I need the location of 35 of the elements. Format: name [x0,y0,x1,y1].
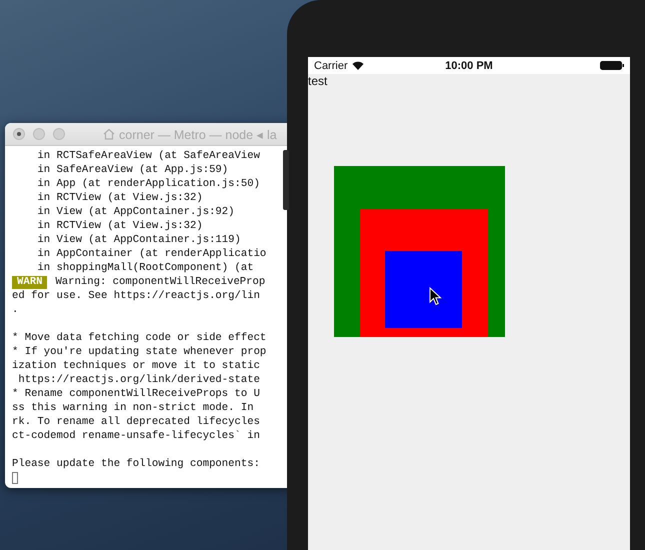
log-line: rk. To rename all deprecated lifecycles [12,415,260,429]
minimize-button[interactable] [33,128,45,140]
log-line: in SafeAreaView (at App.js:59) [36,163,228,177]
clock-label: 10:00 PM [445,60,493,72]
close-button[interactable] [13,128,25,140]
log-line: ization techniques or move it to static [12,359,260,373]
log-line: in RCTSafeAreaView (at SafeAreaView [36,149,260,163]
log-line: Warning: componentWillReceiveProp [55,275,266,289]
log-line: * If you're updating state whenever prop [12,345,266,359]
log-line: in App (at renderApplication.js:50) [36,177,260,191]
log-line: Please update the following components: [12,457,260,471]
side-button[interactable] [283,150,289,210]
log-line: in AppContainer (at renderApplicatio [36,247,266,261]
log-line: * Move data fetching code or side effect [12,331,266,345]
log-line: . [12,303,18,317]
log-line: ct-codemod rename-unsafe-lifecycles` in [12,429,260,443]
log-line: https://reactjs.org/link/derived-state [17,373,260,387]
test-label: test [308,74,328,88]
mouse-pointer-icon [429,287,442,306]
log-line: in shoppingMall(RootComponent) (at [36,261,254,275]
house-icon [103,128,115,140]
battery-icon [600,61,624,70]
log-line: in View (at AppContainer.js:92) [36,205,235,219]
carrier-label: Carrier [314,60,348,72]
text-cursor [12,472,18,484]
zoom-button[interactable] [53,128,65,140]
warn-badge: WARN [12,276,48,288]
log-line: ed for use. See https://reactjs.org/lin [12,289,260,303]
wifi-icon [352,61,364,70]
log-line: ss this warning in non-strict mode. In [12,401,254,415]
log-line: in View (at AppContainer.js:119) [36,233,241,247]
window-title: corner — Metro — node ◂ la [119,126,277,142]
log-line: in RCTView (at View.js:32) [36,219,203,233]
log-line: * Rename componentWillReceiveProps to U [12,387,260,401]
log-line: in RCTView (at View.js:32) [36,191,203,205]
